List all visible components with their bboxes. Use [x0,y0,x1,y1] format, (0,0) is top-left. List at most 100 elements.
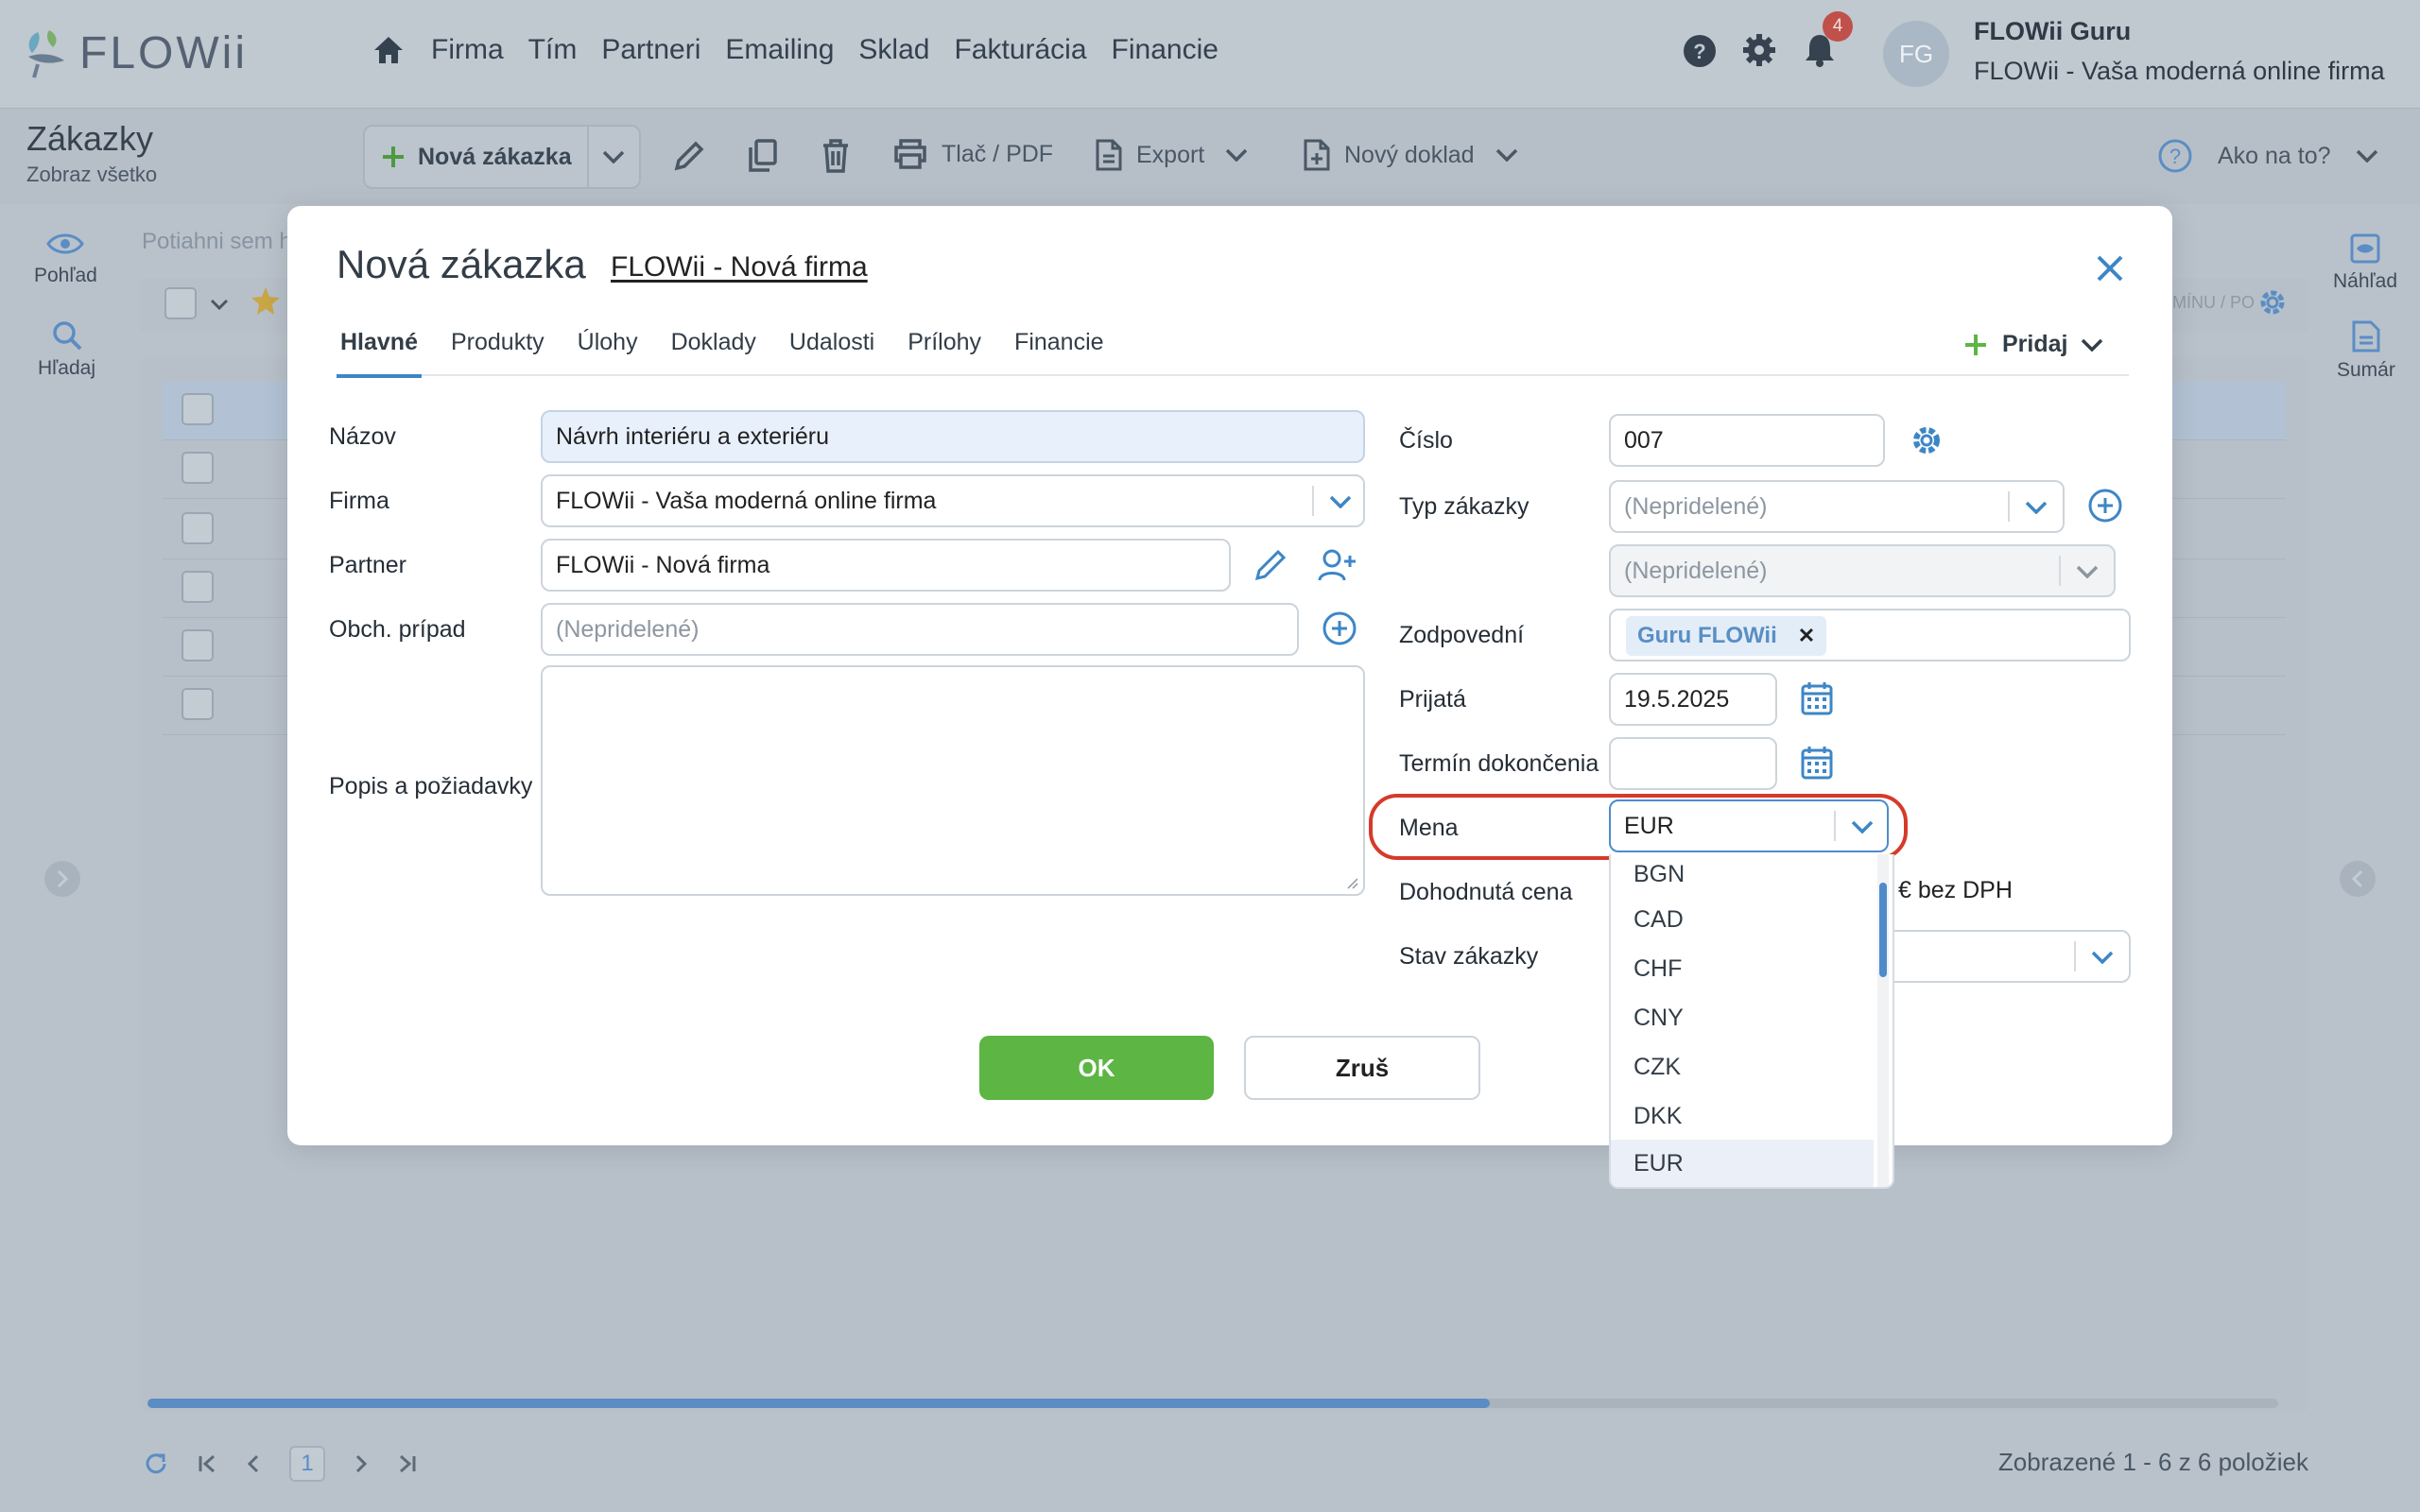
prev-page-icon[interactable] [246,1453,261,1474]
nav-item-tim[interactable]: Tím [528,34,578,66]
partner-input[interactable]: FLOWii - Nová firma [541,539,1231,592]
row-checkbox[interactable] [182,629,214,662]
deadline-date-input[interactable] [1609,737,1777,790]
expand-left-icon[interactable] [43,860,81,898]
tab-prilohy[interactable]: Prílohy [904,329,985,376]
nav-item-financie[interactable]: Financie [1112,34,1219,66]
page-subtitle[interactable]: Zobraz všetko [26,163,157,187]
row-checkbox[interactable] [182,512,214,544]
received-date-input[interactable]: 19.5.2025 [1609,673,1777,726]
expand-right-icon[interactable] [2339,860,2377,898]
name-input[interactable]: Návrh interiéru a exteriéru [541,410,1365,463]
resize-handle-icon[interactable] [1344,875,1359,890]
calendar-icon[interactable] [1800,680,1834,716]
next-page-icon[interactable] [354,1453,369,1474]
business-case-input[interactable]: (Nepridelené) [541,603,1299,656]
main-nav: Firma Tím Partneri Emailing Sklad Faktur… [372,34,1243,66]
add-button[interactable]: Pridaj [1962,331,2103,358]
notification-badge: 4 [1823,11,1853,42]
company-label: Firma [329,488,389,514]
help-howto-label: Ako na to? [2218,142,2331,169]
tab-hlavne[interactable]: Hlavné [337,329,422,378]
avatar[interactable]: FG [1883,21,1949,87]
row-checkbox[interactable] [182,452,214,484]
add-user-icon[interactable] [1318,548,1357,582]
number-input[interactable]: 007 [1609,414,1885,467]
settings-icon[interactable] [2256,285,2290,319]
plus-circle-icon[interactable] [1322,610,1357,646]
new-order-label: Nová zákazka [418,143,572,170]
help-howto-button[interactable]: ? Ako na to? [2157,138,2378,174]
gear-icon[interactable] [1741,32,1777,68]
row-checkbox[interactable] [182,571,214,603]
currency-option[interactable]: BGN [1611,854,1874,898]
user-name[interactable]: FLOWii Guru [1974,17,2131,46]
trash-icon[interactable] [821,138,851,174]
dialog-title: Nová zákazka [337,242,586,286]
order-type-select[interactable]: (Nepridelené) [1609,480,2065,533]
chevron-down-icon[interactable] [602,150,625,163]
plus-icon [1965,334,1986,355]
calendar-icon[interactable] [1800,745,1834,781]
cancel-button[interactable]: Zruš [1244,1036,1480,1100]
nav-item-fakturacia[interactable]: Fakturácia [954,34,1086,66]
print-button[interactable]: Tlač / PDF [892,138,1053,170]
currency-option[interactable]: CZK [1611,1043,1874,1091]
summary-button[interactable]: Sumár [2337,319,2395,382]
tab-ulohy[interactable]: Úlohy [574,329,642,376]
refresh-icon[interactable] [144,1452,168,1476]
new-order-button[interactable]: Nová zákazka [363,125,641,189]
nav-item-partneri[interactable]: Partneri [601,34,700,66]
responsible-tag-label: Guru FLOWii [1637,623,1777,648]
edit-icon[interactable] [673,140,705,172]
settings-icon[interactable] [1908,421,1945,459]
remove-tag-icon[interactable]: ✕ [1798,624,1815,648]
description-textarea[interactable] [541,665,1365,896]
company-select[interactable]: FLOWii - Vaša moderná online firma [541,474,1365,527]
tab-financie[interactable]: Financie [1011,329,1108,376]
nav-item-firma[interactable]: Firma [431,34,504,66]
row-checkbox[interactable] [182,688,214,720]
currency-option[interactable]: DKK [1611,1092,1874,1140]
currency-option-selected[interactable]: EUR [1611,1140,1874,1187]
name-label: Názov [329,423,396,450]
chevron-down-icon [2082,338,2103,352]
plus-circle-icon[interactable] [2087,488,2123,524]
responsible-tag[interactable]: Guru FLOWii ✕ [1626,616,1827,656]
order-status-label: Stav zákazky [1399,943,1539,970]
currency-option[interactable]: CNY [1611,994,1874,1041]
current-page[interactable]: 1 [289,1446,325,1482]
nav-item-emailing[interactable]: Emailing [725,34,834,66]
logo[interactable]: FLOWii [25,26,248,79]
edit-partner-icon[interactable] [1253,548,1288,582]
chevron-down-icon[interactable] [210,299,229,310]
preview-button[interactable]: Náhľad [2333,232,2397,293]
copy-icon[interactable] [747,138,779,174]
close-icon[interactable] [2091,249,2129,287]
view-button[interactable]: Pohľad [34,231,97,287]
add-label: Pridaj [2002,331,2068,357]
help-icon[interactable]: ? [1683,34,1717,68]
tab-doklady[interactable]: Doklady [667,329,760,376]
last-page-icon[interactable] [397,1453,418,1474]
export-button[interactable]: Export [1095,138,1248,172]
tab-udalosti[interactable]: Udalosti [786,329,878,376]
partner-link[interactable]: FLOWii - Nová firma [611,251,868,284]
export-label: Export [1136,141,1205,168]
new-document-button[interactable]: Nový doklad [1303,138,1518,172]
currency-option[interactable]: CAD [1611,896,1874,943]
partner-label: Partner [329,552,406,578]
search-button[interactable]: Hľadaj [38,319,95,380]
home-icon[interactable] [372,35,405,65]
ok-button[interactable]: OK [979,1036,1214,1100]
first-page-icon[interactable] [197,1453,217,1474]
dropdown-scroll-thumb[interactable] [1879,883,1887,977]
tab-produkty[interactable]: Produkty [447,329,548,376]
select-all-checkbox[interactable] [164,287,197,319]
row-checkbox[interactable] [182,393,214,425]
nav-item-sklad[interactable]: Sklad [858,34,929,66]
scrollbar-thumb[interactable] [147,1399,1490,1408]
currency-dropdown-list[interactable]: BGN CAD CHF CNY CZK DKK EUR [1609,854,1894,1189]
star-icon[interactable] [250,285,282,318]
currency-option[interactable]: CHF [1611,945,1874,992]
